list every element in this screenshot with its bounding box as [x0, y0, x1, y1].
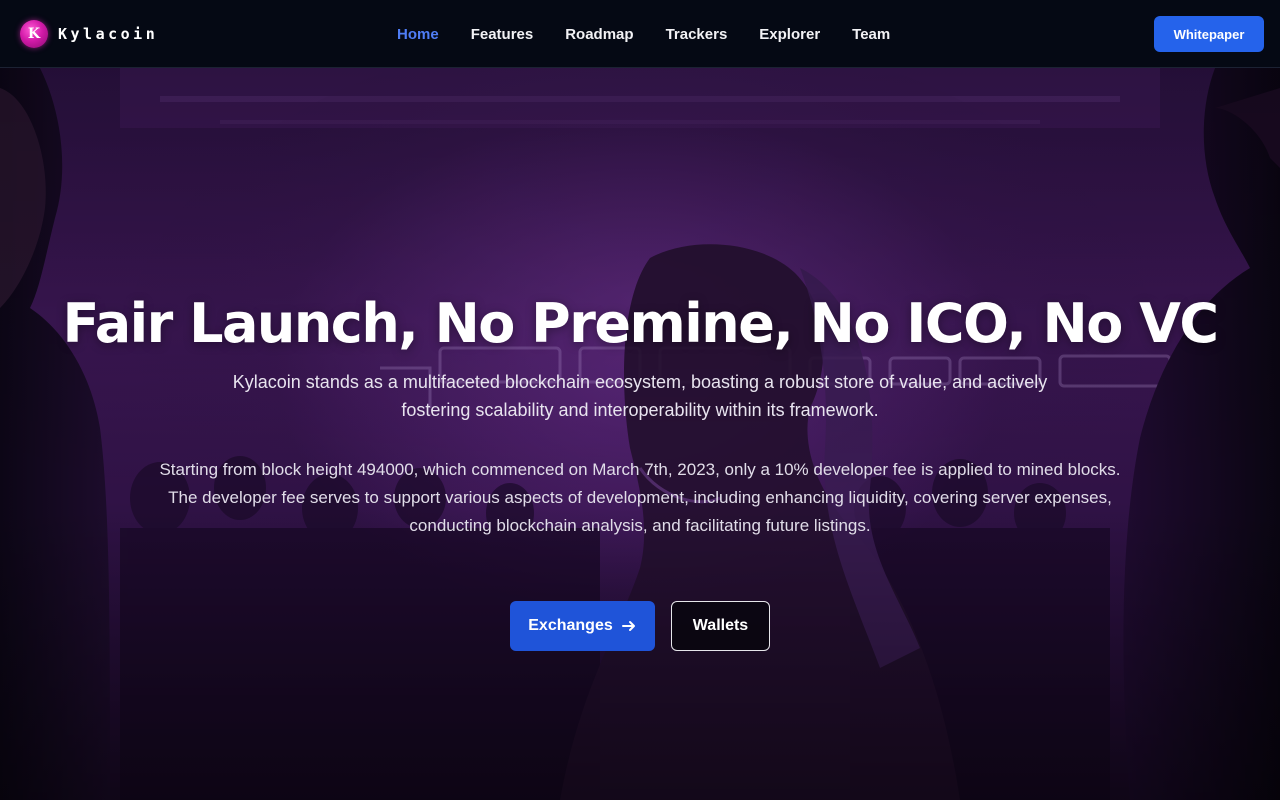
brand-link[interactable]: K Kylacoin — [20, 20, 158, 48]
hero-background-image — [0, 68, 1280, 800]
whitepaper-button[interactable]: Whitepaper — [1154, 16, 1264, 52]
nav-item-team[interactable]: Team — [852, 26, 890, 43]
kylacoin-logo-icon: K — [20, 20, 48, 48]
nav-item-explorer[interactable]: Explorer — [759, 26, 820, 43]
nav-item-trackers[interactable]: Trackers — [666, 26, 728, 43]
hero-section: Fair Launch, No Premine, No ICO, No VC K… — [0, 68, 1280, 800]
wallets-button[interactable]: Wallets — [671, 601, 770, 651]
nav-item-roadmap[interactable]: Roadmap — [565, 26, 633, 43]
navbar: K Kylacoin Home Features Roadmap Tracker… — [0, 0, 1280, 68]
logo-letter: K — [27, 26, 41, 42]
brand-name: Kylacoin — [58, 25, 159, 43]
hero-note: Starting from block height 494000, which… — [130, 456, 1150, 540]
hero-title: Fair Launch, No Premine, No ICO, No VC — [62, 292, 1219, 355]
landing-page: Fair Launch, No Premine, No ICO, No VC K… — [0, 0, 1280, 800]
hero-note-dev-fee-purpose: The developer fee serves to support vari… — [168, 488, 1112, 535]
hero-lead-text: Kylacoin stands as a multifaceted blockc… — [232, 372, 1048, 420]
hero-note-dev-fee: Starting from block height 494000, which… — [159, 460, 1121, 479]
wallets-button-label: Wallets — [692, 617, 749, 634]
arrow-right-icon — [621, 618, 637, 634]
nav-item-features[interactable]: Features — [471, 26, 534, 43]
main-nav: Home Features Roadmap Trackers Explorer … — [397, 24, 890, 44]
exchanges-button[interactable]: Exchanges — [510, 601, 655, 651]
hero-button-row: Exchanges Wallets — [510, 601, 770, 651]
nav-item-home[interactable]: Home — [397, 26, 439, 43]
exchanges-button-label: Exchanges — [528, 617, 613, 634]
